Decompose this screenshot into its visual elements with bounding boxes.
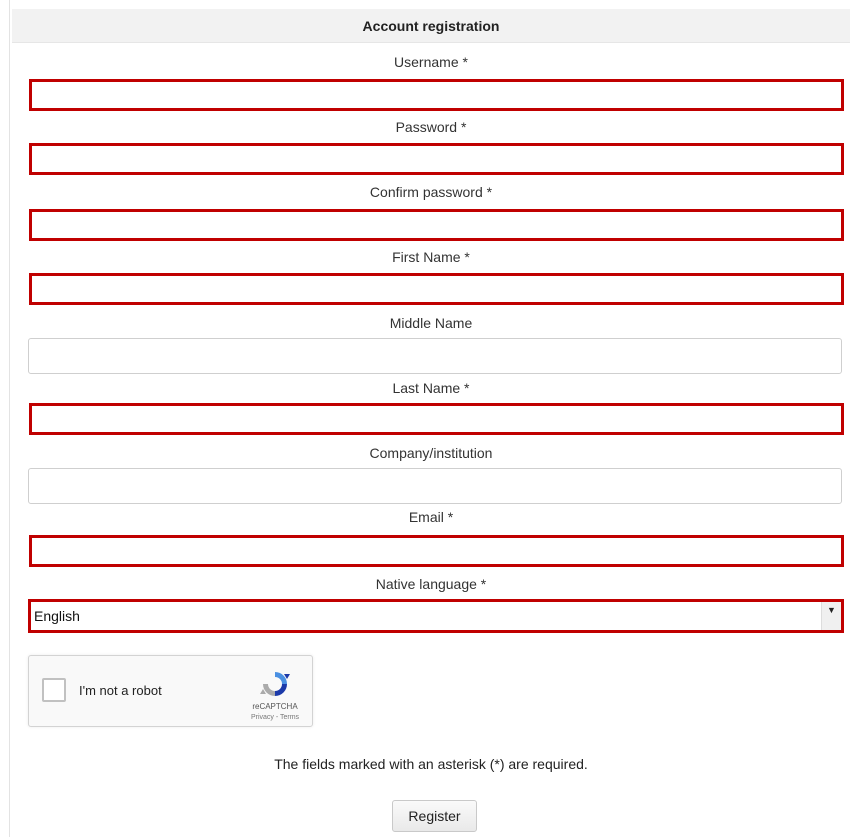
password-label: Password * (395, 119, 467, 135)
first-name-label: First Name * (392, 249, 470, 265)
native-language-label: Native language * (375, 576, 487, 592)
last-name-label: Last Name * (392, 380, 470, 396)
company-label: Company/institution (369, 445, 493, 461)
page-title: Account registration (12, 9, 850, 43)
confirm-password-label: Confirm password * (369, 184, 493, 200)
middle-name-input[interactable] (29, 339, 841, 373)
last-name-input[interactable] (32, 406, 841, 432)
confirm-password-input[interactable] (32, 212, 841, 238)
required-fields-note: The fields marked with an asterisk (*) a… (274, 756, 588, 772)
email-input[interactable] (32, 538, 841, 564)
password-input[interactable] (32, 146, 841, 172)
last-name-field-box (29, 403, 844, 435)
company-input[interactable] (29, 469, 841, 503)
recaptcha-checkbox-label: I'm not a robot (79, 683, 162, 698)
recaptcha-logo-icon (260, 672, 290, 696)
page-left-border (9, 0, 10, 837)
native-language-value: English (34, 608, 80, 624)
recaptcha-widget: I'm not a robot reCAPTCHA Privacy - Term… (28, 655, 313, 727)
confirm-password-field-box (29, 209, 844, 241)
company-field-box (28, 468, 842, 504)
page-title-text: Account registration (362, 17, 500, 34)
recaptcha-privacy-terms-links[interactable]: Privacy - Terms (235, 714, 315, 721)
dropdown-arrow-icon[interactable]: ▼ (821, 602, 841, 630)
email-field-box (29, 535, 844, 567)
password-field-box (29, 143, 844, 175)
email-label: Email * (408, 509, 454, 525)
middle-name-label: Middle Name (389, 315, 473, 331)
first-name-input[interactable] (32, 276, 841, 302)
username-label: Username * (394, 54, 468, 70)
recaptcha-brand: reCAPTCHA (252, 702, 298, 711)
native-language-select[interactable]: English ▼ (28, 599, 844, 633)
middle-name-field-box (28, 338, 842, 374)
recaptcha-checkbox[interactable] (42, 678, 66, 702)
username-field-box (29, 79, 844, 111)
first-name-field-box (29, 273, 844, 305)
username-input[interactable] (32, 82, 841, 108)
register-button[interactable]: Register (392, 800, 477, 832)
